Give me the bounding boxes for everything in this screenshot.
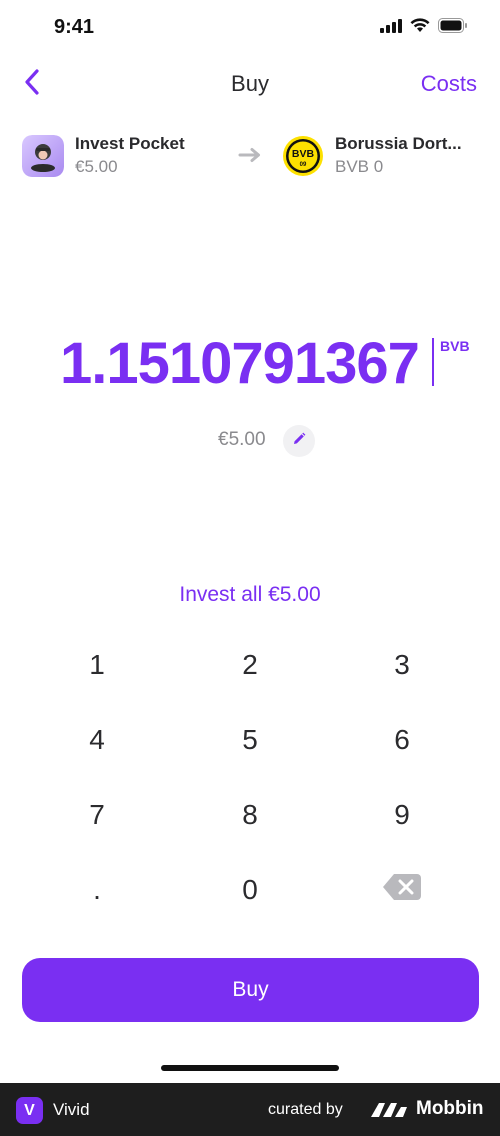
key-4[interactable]: 4 <box>22 703 172 777</box>
edit-amount-button[interactable] <box>283 425 315 457</box>
pencil-icon <box>292 432 306 451</box>
costs-button[interactable]: Costs <box>421 71 477 97</box>
amount-display: 1.1510791367 BVB <box>0 330 500 400</box>
to-asset-name: Borussia Dort... <box>335 134 462 153</box>
backspace-icon <box>382 873 422 908</box>
amount-value: 1.1510791367 <box>60 331 420 396</box>
arrow-right-icon <box>238 147 262 168</box>
footer-bar: V Vivid curated by Mobbin <box>0 1083 500 1136</box>
key-3[interactable]: 3 <box>327 628 477 702</box>
bvb-logo-icon: BVB 09 <box>282 135 324 177</box>
to-asset-balance: BVB 0 <box>335 157 384 176</box>
key-9[interactable]: 9 <box>327 778 477 852</box>
footer-curated-text: curated by <box>268 1101 343 1118</box>
cellular-signal-icon <box>380 18 402 38</box>
text-caret <box>432 338 434 386</box>
invest-all-button[interactable]: Invest all €5.00 <box>0 583 500 607</box>
mobbin-logo-icon <box>369 1099 409 1124</box>
wifi-icon <box>410 18 430 38</box>
home-indicator <box>161 1065 339 1071</box>
invest-pocket-icon <box>22 134 64 177</box>
fiat-value: €5.00 <box>218 429 266 450</box>
footer-brand: Vivid <box>53 1100 90 1119</box>
key-7[interactable]: 7 <box>22 778 172 852</box>
status-time: 9:41 <box>54 16 95 38</box>
key-delete[interactable] <box>327 853 477 927</box>
key-5[interactable]: 5 <box>175 703 325 777</box>
key-8[interactable]: 8 <box>175 778 325 852</box>
from-asset-name: Invest Pocket <box>75 134 185 153</box>
status-bar: 9:41 <box>0 0 500 56</box>
key-6[interactable]: 6 <box>327 703 477 777</box>
buy-button[interactable]: Buy <box>22 958 479 1022</box>
key-0[interactable]: 0 <box>175 853 325 927</box>
from-asset[interactable]: Invest Pocket €5.00 <box>22 134 185 177</box>
footer-source: Mobbin <box>416 1098 484 1119</box>
navigation-bar: Buy Costs <box>0 62 500 106</box>
key-1[interactable]: 1 <box>22 628 172 702</box>
fiat-equivalent: €5.00 <box>0 424 500 458</box>
battery-icon <box>438 18 468 38</box>
key-decimal[interactable]: . <box>22 853 172 927</box>
to-asset[interactable]: BVB 09 Borussia Dort... BVB 0 <box>282 134 462 177</box>
key-2[interactable]: 2 <box>175 628 325 702</box>
from-asset-balance: €5.00 <box>75 157 118 176</box>
swap-row: Invest Pocket €5.00 BVB 09 Borussia Dort… <box>0 134 500 186</box>
svg-text:BVB: BVB <box>292 148 315 160</box>
status-icons <box>380 18 468 38</box>
svg-text:09: 09 <box>300 162 307 168</box>
amount-unit: BVB <box>440 338 470 354</box>
vivid-logo-icon: V <box>16 1097 43 1124</box>
